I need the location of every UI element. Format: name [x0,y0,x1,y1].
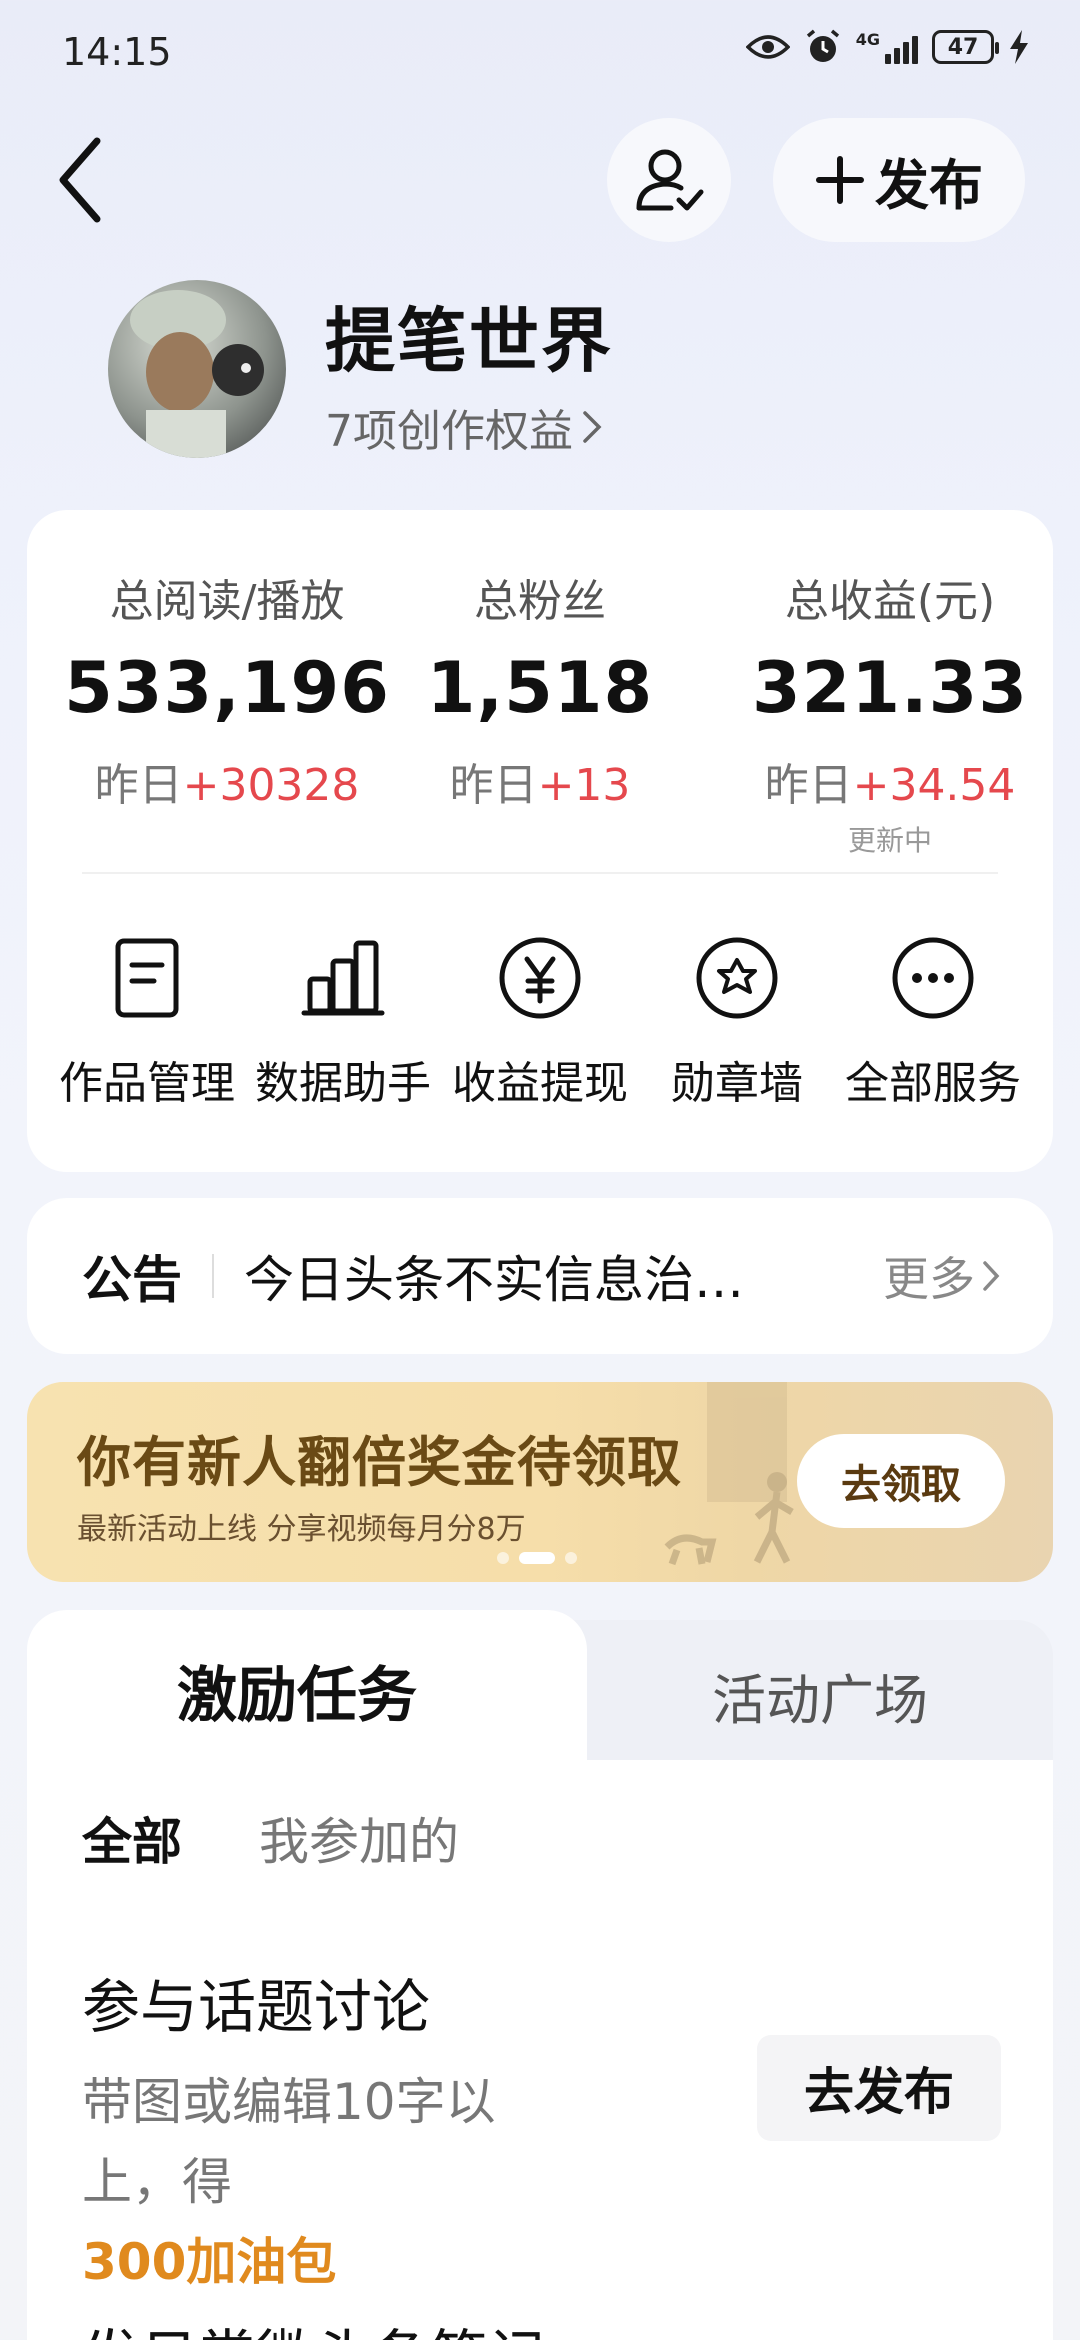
signal-icon: 4G [856,30,918,64]
user-follow-button[interactable] [607,118,731,242]
network-label: 4G [855,30,880,49]
avatar-image [130,290,264,458]
service-label: 全部服务 [845,1058,1021,1109]
service-label: 数据助手 [255,1058,431,1109]
task-description: 带图或编辑10字以上，得 300加油包 [82,2062,522,2302]
document-icon [115,938,179,1018]
bar-chart-icon [301,940,385,1016]
medal-icon [696,937,778,1019]
delta-prefix: 昨日 [449,760,538,811]
publish-label: 发布 [875,153,983,217]
eye-icon [745,35,790,59]
carousel-dot [497,1552,509,1564]
chevron-right-icon [583,411,602,443]
delta-prefix: 昨日 [764,760,853,811]
announcement-separator [212,1254,214,1298]
stat-fans-label: 总粉丝 [474,576,606,627]
plus-icon [816,156,864,204]
delta-value: +13 [537,760,631,811]
stat-reads-delta: 昨日+30328 [37,749,417,813]
tab-incentive-tasks[interactable]: 激励任务 [27,1610,567,1770]
avatar[interactable] [108,280,286,458]
delta-value: +34.54 [852,760,1016,811]
carousel-dot-active [519,1552,555,1564]
user-check-icon [636,149,704,211]
announcement-bar[interactable]: 公告 今日头条不实信息治… 更多 [27,1198,1053,1354]
stat-fans[interactable]: 总粉丝 1,518 昨日+13 [390,565,690,813]
claim-button[interactable]: 去领取 [797,1434,1005,1528]
back-button[interactable] [55,135,105,225]
chevron-right-icon [983,1261,1000,1291]
stats-card: 总阅读/播放 533,196 昨日+30328 总粉丝 1,518 昨日+13 … [27,510,1053,1172]
announcement-title: 公告 [82,1251,182,1309]
promo-banner[interactable]: 你有新人翻倍奖金待领取 最新活动上线 分享视频每月分8万 去领取 [27,1382,1053,1582]
stat-fans-value: 1,518 [426,647,654,729]
carousel-dot [565,1552,577,1564]
task-title: 参与话题讨论 [82,1973,431,2041]
carousel-indicator [497,1552,577,1564]
status-icons: 4G 47 [745,28,1030,66]
stat-income-label: 总收益(元) [784,576,996,627]
charging-icon [1010,30,1028,64]
filter-all[interactable]: 全部 [82,1802,182,1874]
profile-name: 提笔世界 [325,300,613,382]
filter-joined[interactable]: 我参加的 [259,1802,459,1874]
creator-benefits-link[interactable]: 7项创作权益 [325,395,603,459]
more-icon [892,937,974,1019]
alarm-icon [806,29,839,62]
announcement-more-link[interactable]: 更多 [883,1243,1001,1309]
service-label: 收益提现 [452,1058,628,1109]
banner-title: 你有新人翻倍奖金待领取 [77,1431,682,1494]
task-desc-text: 带图或编辑10字以上，得 [82,2073,496,2211]
creator-benefits-label: 7项创作权益 [325,406,573,457]
service-works-manage[interactable]: 作品管理 [47,935,247,1111]
battery-icon: 47 [932,30,999,64]
stat-income-delta: 昨日+34.54 [727,749,1053,813]
next-task-title: 发日常微头条笔记 [82,2310,546,2340]
tab-activity-square[interactable]: 活动广场 [587,1620,1053,1770]
status-time: 14:15 [62,30,172,74]
stat-reads-label: 总阅读/播放 [109,576,345,627]
battery-level: 47 [947,34,979,60]
publish-button[interactable]: 发布 [773,118,1025,242]
divider [82,872,998,874]
stat-fans-delta: 昨日+13 [390,749,690,813]
tasks-section: 激励任务 活动广场 全部 我参加的 参与话题讨论 带图或编辑10字以上，得 30… [27,1610,1053,2340]
more-label: 更多 [883,1252,975,1306]
stat-reads[interactable]: 总阅读/播放 533,196 昨日+30328 [37,565,417,813]
stat-income-note: 更新中 [847,824,932,857]
stat-reads-value: 533,196 [64,647,390,729]
yuan-icon [499,937,581,1019]
delta-value: +30328 [182,760,360,811]
service-medal-wall[interactable]: 勋章墙 [637,935,837,1111]
service-label: 勋章墙 [671,1058,803,1109]
service-all[interactable]: 全部服务 [833,935,1033,1111]
service-data-assistant[interactable]: 数据助手 [243,935,443,1111]
delta-prefix: 昨日 [94,760,183,811]
banner-subtitle: 最新活动上线 分享视频每月分8万 [77,1512,526,1547]
stat-income[interactable]: 总收益(元) 321.33 昨日+34.54 更新中 [727,565,1053,859]
go-publish-button[interactable]: 去发布 [757,2035,1001,2141]
service-label: 作品管理 [59,1058,235,1109]
announcement-text[interactable]: 今日头条不实信息治… [244,1240,784,1312]
service-income-withdraw[interactable]: 收益提现 [440,935,640,1111]
stat-income-value: 321.33 [751,647,1029,729]
task-reward: 300加油包 [82,2233,337,2291]
